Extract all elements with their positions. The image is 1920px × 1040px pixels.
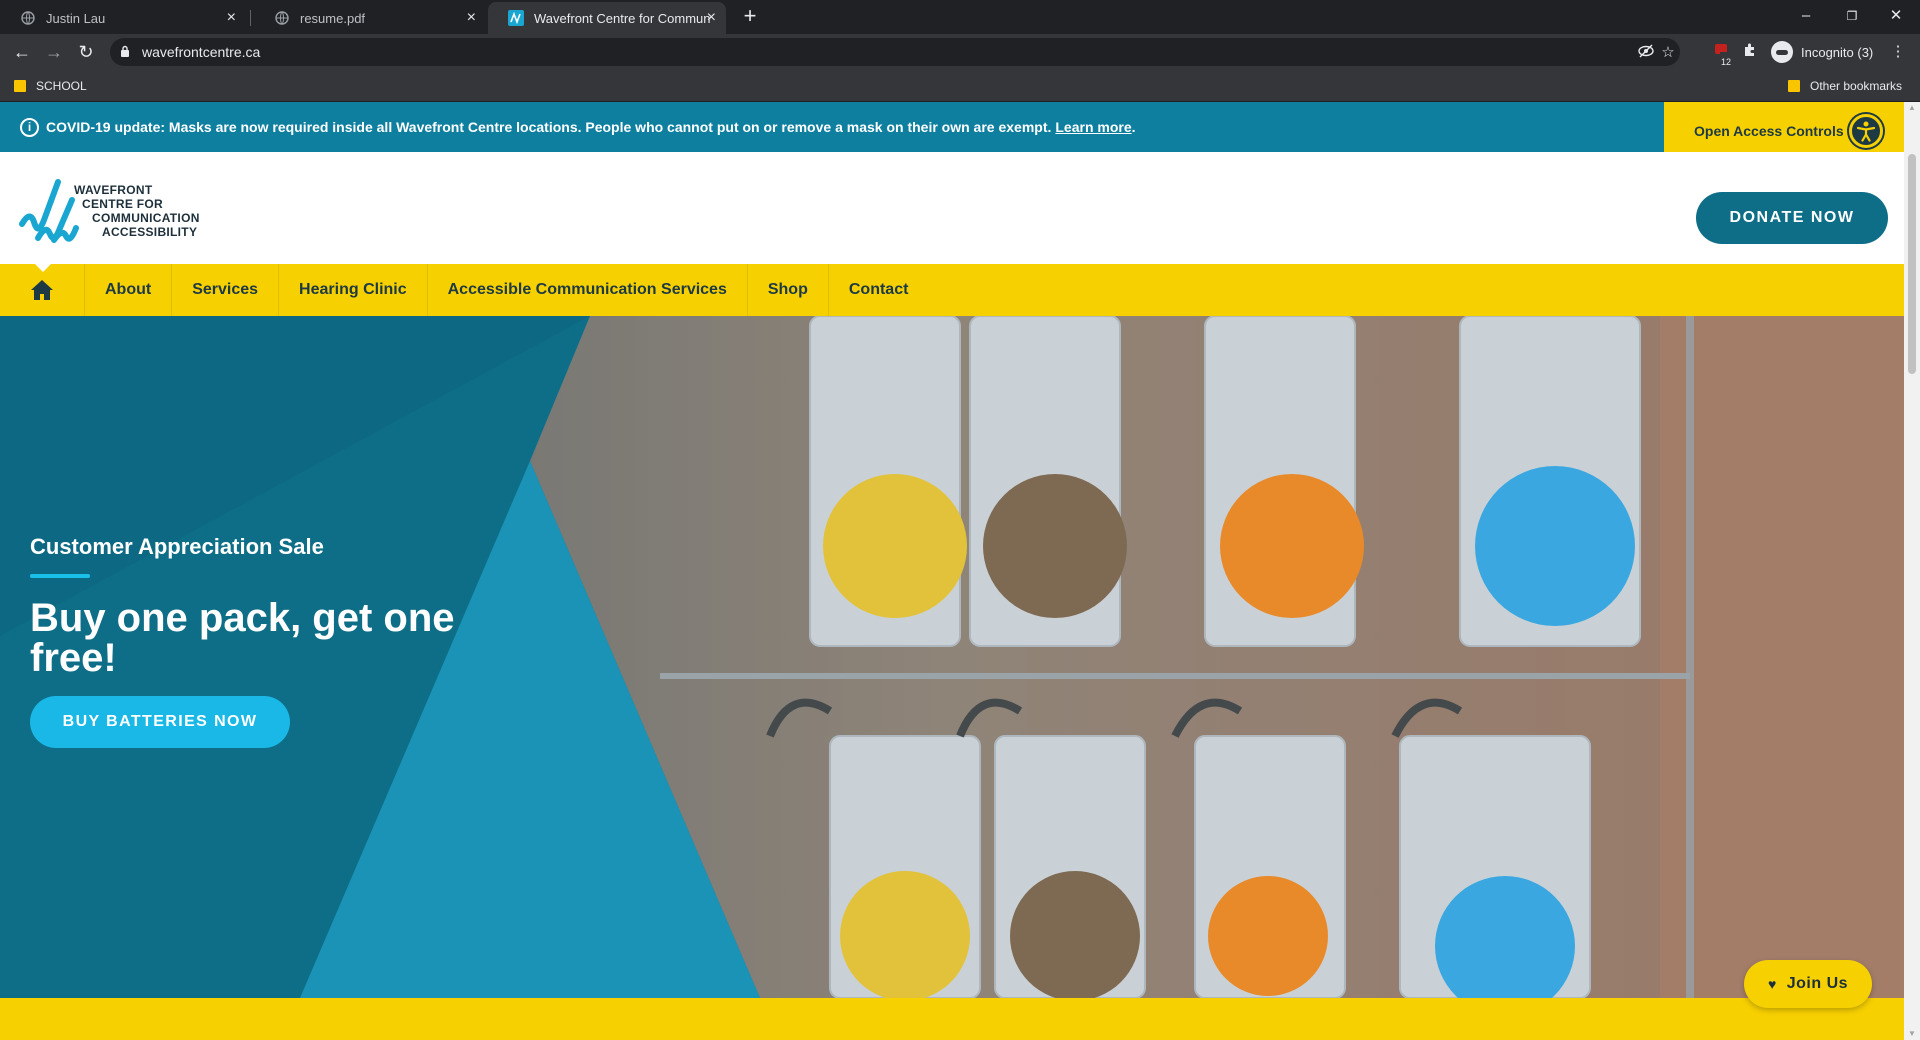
tab-title: Justin Lau xyxy=(46,10,106,26)
bookmark-label: Other bookmarks xyxy=(1810,79,1903,93)
logo-line: COMMUNICATION xyxy=(92,211,200,225)
home-icon xyxy=(31,280,53,300)
alert-message: COVID-19 update: Masks are now required … xyxy=(46,119,1052,135)
learn-more-link[interactable]: Learn more xyxy=(1055,119,1131,135)
donate-now-button[interactable]: DONATE NOW xyxy=(1696,192,1888,244)
hero-headline: Buy one pack, get one free! xyxy=(30,596,455,680)
back-icon[interactable]: ← xyxy=(10,40,34,64)
close-tab-icon[interactable]: × xyxy=(227,10,236,26)
bookmark-star-icon[interactable]: ☆ xyxy=(1658,43,1678,63)
access-controls-label: Open Access Controls xyxy=(1694,123,1844,139)
nav-hearing-clinic[interactable]: Hearing Clinic xyxy=(279,264,428,316)
nav-about[interactable]: About xyxy=(85,264,173,316)
url-text: wavefrontcentre.ca xyxy=(142,44,261,60)
minimize-button[interactable]: – xyxy=(1786,4,1826,28)
address-bar[interactable]: wavefrontcentre.ca ☆ xyxy=(110,38,1680,66)
wavefront-favicon-icon xyxy=(508,10,524,26)
scrollbar-thumb[interactable] xyxy=(1908,154,1916,374)
scroll-up-icon[interactable]: ▲ xyxy=(1908,104,1916,112)
globe-icon xyxy=(274,10,290,26)
tab-divider xyxy=(250,10,251,26)
tab-strip: Justin Lau × resume.pdf × Wavefront Cent… xyxy=(0,0,1920,34)
extension-badge: 12 xyxy=(1720,52,1733,72)
scroll-down-icon[interactable]: ▼ xyxy=(1908,1030,1916,1038)
logo-line: ACCESSIBILITY xyxy=(102,225,198,239)
close-tab-icon[interactable]: × xyxy=(707,10,716,26)
join-us-label: Join Us xyxy=(1786,975,1849,992)
join-us-button[interactable]: ♥ Join Us xyxy=(1744,960,1872,1008)
info-icon: i xyxy=(20,117,39,137)
tab-wavefront[interactable]: Wavefront Centre for Communica × xyxy=(488,2,726,34)
folder-icon xyxy=(1788,80,1800,92)
nav-shop[interactable]: Shop xyxy=(748,264,829,316)
yellow-band xyxy=(0,998,1904,1040)
incognito-icon xyxy=(1771,41,1793,63)
accessibility-icon xyxy=(1849,114,1883,148)
lock-icon xyxy=(121,45,129,57)
nav-contact[interactable]: Contact xyxy=(829,264,929,316)
nav-home[interactable] xyxy=(0,264,85,316)
reload-icon[interactable]: ↻ xyxy=(74,40,98,64)
tab-title: resume.pdf xyxy=(300,10,366,26)
profile-label: Incognito (3) xyxy=(1801,44,1874,60)
bookmark-label: SCHOOL xyxy=(36,79,87,93)
more-menu-icon[interactable]: ⋮ xyxy=(1888,42,1908,62)
bookmark-folder-school[interactable]: SCHOOL xyxy=(14,76,87,96)
incognito-profile-button[interactable]: Incognito (3) xyxy=(1771,40,1873,64)
tracking-protection-icon[interactable] xyxy=(1636,43,1656,63)
logo-text[interactable]: WAVEFRONT CENTRE FOR COMMUNICATION ACCES… xyxy=(72,183,200,239)
close-tab-icon[interactable]: × xyxy=(467,10,476,26)
logo-line: CENTRE FOR xyxy=(82,197,163,211)
tab-justin-lau[interactable]: Justin Lau × xyxy=(0,2,246,34)
buy-batteries-button[interactable]: BUY BATTERIES NOW xyxy=(30,696,290,748)
hero-eyebrow: Customer Appreciation Sale xyxy=(30,534,324,559)
logo-line: WAVEFRONT xyxy=(74,183,153,197)
bookmarks-bar: SCHOOL Other bookmarks xyxy=(0,70,1920,102)
alert-trailing: . xyxy=(1131,119,1136,135)
covid-alert-bar: i COVID-19 update: Masks are now require… xyxy=(0,102,1664,152)
tab-title: Wavefront Centre for Communica xyxy=(534,10,710,26)
web-page: i COVID-19 update: Masks are now require… xyxy=(0,102,1904,1040)
nav-services[interactable]: Services xyxy=(172,264,280,316)
hero-banner: Customer Appreciation Sale Buy one pack,… xyxy=(0,316,1904,998)
site-header: WAVEFRONT CENTRE FOR COMMUNICATION ACCES… xyxy=(0,152,1904,264)
heart-icon: ♥ xyxy=(1767,976,1777,992)
folder-icon xyxy=(14,80,26,92)
other-bookmarks-folder[interactable]: Other bookmarks xyxy=(1788,76,1902,96)
browser-toolbar: ← → ↻ wavefrontcentre.ca ☆ 12 ⋮ xyxy=(0,34,1920,72)
tab-resume-pdf[interactable]: resume.pdf × xyxy=(254,2,486,34)
main-navigation: About Services Hearing Clinic Accessible… xyxy=(0,264,1904,316)
new-tab-button[interactable]: + xyxy=(738,5,762,29)
close-window-button[interactable]: ✕ xyxy=(1876,4,1916,28)
puzzle-extensions-icon[interactable] xyxy=(1740,42,1760,62)
extension-icon[interactable]: 12 xyxy=(1712,42,1733,72)
restore-button[interactable]: ❐ xyxy=(1832,4,1872,28)
forward-icon[interactable]: → xyxy=(42,40,66,64)
hero-underline xyxy=(30,574,90,578)
globe-icon xyxy=(20,10,36,26)
page-scrollbar[interactable]: ▲ ▼ xyxy=(1904,102,1920,1040)
nav-accessible-communication-services[interactable]: Accessible Communication Services xyxy=(428,264,748,316)
